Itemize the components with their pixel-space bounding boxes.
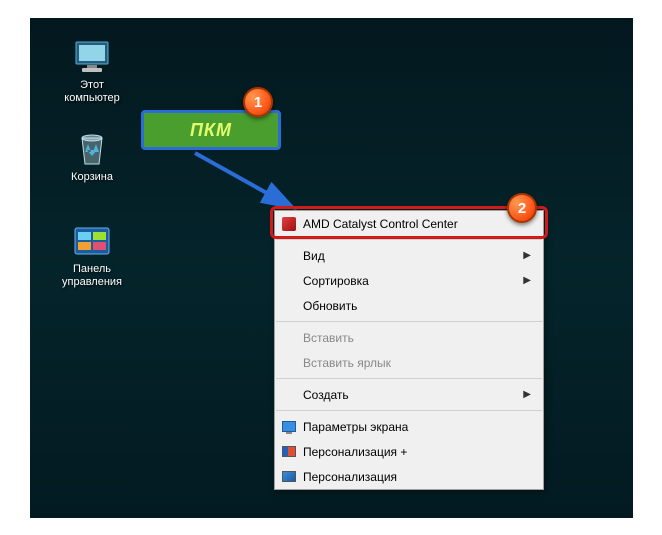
menu-item-label: Обновить bbox=[303, 299, 357, 313]
menu-item-refresh[interactable]: Обновить bbox=[275, 293, 543, 318]
menu-item-paste-shortcut: Вставить ярлык bbox=[275, 350, 543, 375]
desktop-icon-recycle-bin[interactable]: Корзина bbox=[54, 130, 130, 184]
menu-item-label: Персонализация + bbox=[303, 445, 407, 459]
control-panel-icon bbox=[73, 226, 111, 260]
menu-item-view[interactable]: Вид ▶ bbox=[275, 243, 543, 268]
menu-item-label: Параметры экрана bbox=[303, 420, 408, 434]
menu-item-label: Вставить ярлык bbox=[303, 356, 391, 370]
callout-text: ПКМ bbox=[190, 120, 232, 141]
step-badge-1: 1 bbox=[243, 87, 273, 117]
menu-item-personalize[interactable]: Персонализация bbox=[275, 464, 543, 489]
desktop-icon-this-pc[interactable]: Этот компьютер bbox=[54, 40, 130, 105]
personalize-plus-icon bbox=[281, 444, 297, 460]
context-menu: AMD Catalyst Control Center Вид ▶ Сортир… bbox=[274, 210, 544, 490]
desktop-icon-label: Панель управления bbox=[54, 263, 130, 289]
desktop-icon-label: Корзина bbox=[71, 171, 113, 184]
arrow-annotation bbox=[190, 148, 310, 213]
personalize-icon bbox=[281, 469, 297, 485]
menu-separator bbox=[276, 378, 542, 379]
chevron-right-icon: ▶ bbox=[523, 250, 531, 261]
menu-item-display-settings[interactable]: Параметры экрана bbox=[275, 414, 543, 439]
menu-item-personalize-plus[interactable]: Персонализация + bbox=[275, 439, 543, 464]
menu-separator bbox=[276, 410, 542, 411]
menu-item-label: Создать bbox=[303, 388, 349, 402]
menu-separator bbox=[276, 321, 542, 322]
desktop[interactable]: Этот компьютер Корзина Панель управления… bbox=[30, 18, 633, 518]
chevron-right-icon: ▶ bbox=[523, 389, 531, 400]
menu-item-paste: Вставить bbox=[275, 325, 543, 350]
menu-item-label: Персонализация bbox=[303, 470, 397, 484]
menu-item-sort[interactable]: Сортировка ▶ bbox=[275, 268, 543, 293]
chevron-right-icon: ▶ bbox=[523, 275, 531, 286]
menu-item-amd-catalyst[interactable]: AMD Catalyst Control Center bbox=[275, 211, 543, 236]
computer-icon bbox=[72, 40, 112, 76]
menu-item-label: Сортировка bbox=[303, 274, 369, 288]
desktop-icon-control-panel[interactable]: Панель управления bbox=[54, 226, 130, 289]
menu-item-label: AMD Catalyst Control Center bbox=[303, 217, 458, 231]
monitor-icon bbox=[281, 419, 297, 435]
amd-icon bbox=[281, 216, 297, 232]
step-badge-2: 2 bbox=[507, 193, 537, 223]
desktop-icon-label: Этот компьютер bbox=[54, 79, 130, 105]
menu-separator bbox=[276, 239, 542, 240]
menu-item-label: Вставить bbox=[303, 331, 354, 345]
menu-item-new[interactable]: Создать ▶ bbox=[275, 382, 543, 407]
recycle-bin-icon bbox=[73, 130, 111, 168]
menu-item-label: Вид bbox=[303, 249, 325, 263]
